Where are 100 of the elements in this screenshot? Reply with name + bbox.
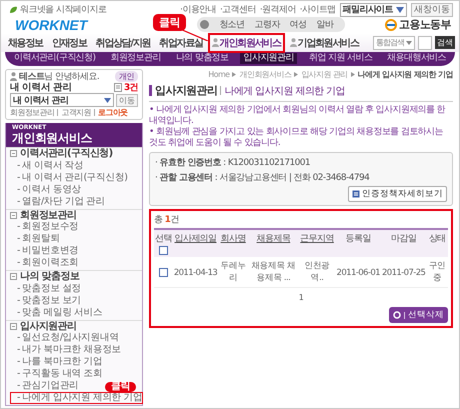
delete-selected-button[interactable]: 선택삭제 — [389, 307, 448, 323]
callout-bubble: 클릭 — [152, 14, 186, 30]
chevron-right-icon — [232, 72, 236, 77]
greeting-text: 테스트님 안녕하세요. — [19, 71, 100, 82]
e-logo-icon — [384, 18, 397, 30]
worknet-logo[interactable]: WORKNET — [15, 16, 88, 32]
info-text: · 관할 고용센터 : 서울강남고용센터 | 전화 02-3468-4794 — [155, 172, 370, 184]
main-nav-item[interactable]: 취업자료실 — [155, 32, 207, 52]
main-nav-item[interactable]: 인재정보 — [48, 32, 91, 52]
person-icon — [290, 38, 297, 47]
note-text: • 회원님께 관심을 가지고 있는 회사이므로 해당 기업의 채용정보를 검토하시는 것도 취업에 도움이 될 수 있습니다. — [149, 127, 444, 149]
account-link[interactable]: 로그아웃 — [98, 107, 128, 118]
minus-box-icon — [10, 212, 17, 219]
sidebar-item[interactable]: - 회원탈퇴 — [10, 233, 61, 245]
account-link[interactable]: 고객지원 — [61, 107, 92, 118]
sidebar-item[interactable]: - 비밀번호변경 — [10, 245, 80, 257]
account-link[interactable]: 회원정보관리 — [10, 107, 54, 118]
person-icon — [10, 72, 17, 81]
search-scope-select[interactable]: 통합검색 — [373, 36, 415, 50]
leaf-icon — [9, 6, 18, 14]
sidebar-section-title[interactable]: 이력서관리(구직신청) — [20, 148, 113, 160]
start-page-link[interactable]: 워크넷을 시작페이지로 — [9, 3, 106, 16]
select-all-checkbox[interactable] — [158, 246, 168, 255]
sidebar-item[interactable]: - 맞춤 메일링 서비스 — [10, 306, 104, 318]
sidebar-item[interactable]: - 나에게 입사지원 제의한 기업 — [10, 392, 144, 404]
table-cell: 2011-06-01 — [336, 268, 380, 278]
sub-nav-item[interactable]: 취업 지원 서비스 — [306, 53, 376, 64]
row-checkbox[interactable] — [158, 268, 168, 277]
sidebar-item[interactable]: - 내 이력서 관리(구직신청) — [10, 172, 128, 184]
breadcrumb-link[interactable]: 나에게 입사지원 제의한 기업 — [358, 69, 453, 80]
sub-nav-item[interactable]: 나의 맞춤정보 — [172, 53, 232, 64]
sidebar-item[interactable]: - 회원이력조회 — [10, 257, 80, 269]
open-new-window-button[interactable]: 새창이동 — [411, 2, 453, 16]
sidebar-item[interactable]: - 나를 북마크한 기업 — [10, 356, 104, 368]
minus-box-icon — [10, 322, 17, 330]
table-cell: 2011-07-25 — [382, 268, 426, 278]
title-marker — [149, 85, 152, 96]
resume-select[interactable]: 내 이력서 관리 — [10, 93, 114, 107]
resume-label: 내 이력서 관리 — [10, 81, 72, 94]
main-nav-item[interactable]: 취업상담/지원 — [92, 32, 154, 52]
info-text: · 유효한 인증번호 : K120031102171001 — [155, 157, 312, 169]
chevron-right-icon — [350, 72, 355, 77]
page-title: 입사지원관리 — [155, 83, 218, 98]
sidebar-title: 개인회원서비스 — [12, 131, 93, 145]
main-nav-item[interactable]: 채용정보 — [4, 32, 47, 52]
member-type-badge: 개인 — [115, 71, 138, 82]
top-link[interactable]: ·고객센터 — [220, 3, 256, 16]
top-link[interactable]: ·원격제어 — [260, 3, 296, 16]
main-nav-item[interactable]: 기업회원서비스 — [286, 32, 363, 52]
document-icon — [352, 190, 360, 198]
minus-box-icon — [10, 150, 17, 158]
table-cell: 인천광역.. — [304, 261, 330, 283]
dropdown-arrow-icon — [104, 98, 111, 102]
sidebar-item[interactable]: - 일선요청/입사지원내역 — [10, 332, 120, 344]
top-link[interactable]: ·이용안내 — [180, 3, 216, 16]
search-button[interactable]: 검색 — [435, 36, 455, 49]
sub-nav-item[interactable]: 입사지원관리 — [240, 53, 297, 64]
ministry-logo[interactable]: 고용노동부 — [384, 17, 451, 32]
audience-tab[interactable]: 청소년 — [219, 18, 245, 31]
audience-tab[interactable]: 알바 — [316, 18, 334, 31]
sidebar-item[interactable]: - 열람/차단 기업 관리 — [10, 196, 106, 208]
search-field[interactable] — [418, 36, 432, 50]
table-cell: 2011-04-13 — [174, 268, 218, 278]
sub-nav-item[interactable]: 회원정보관리 — [107, 53, 164, 64]
top-link[interactable]: ·사이트맵 — [300, 3, 336, 16]
sidebar-item[interactable]: - 새 이력서 작성 — [10, 160, 84, 172]
circle-icon — [200, 20, 210, 29]
sidebar-item[interactable]: - 관심기업관리 — [10, 380, 80, 392]
column-header: 상태 — [428, 233, 447, 245]
column-header: 마감일 — [390, 233, 418, 245]
main-nav-item[interactable]: 개인회원서비스 — [208, 32, 285, 52]
sidebar-item[interactable]: - 이력서 동영상 — [10, 184, 82, 196]
table-cell: 채용제목 채용제목 ... — [251, 261, 296, 283]
page-link[interactable]: 1 — [298, 293, 304, 302]
note-text: • 나에게 입사지원 제의한 기업에서 회원님의 이력서 열람 후 입사지원제의를 한 내역입니다. — [149, 105, 446, 127]
sub-nav-item[interactable]: 채용대행서비스 — [384, 53, 450, 64]
dropdown-arrow-icon — [396, 6, 404, 12]
minus-box-icon — [10, 273, 17, 280]
resume-count: 3건 — [124, 82, 138, 94]
dropdown-arrow-icon — [406, 40, 412, 44]
document-icon — [114, 83, 122, 92]
family-site-select[interactable]: 패밀리사이트 — [340, 2, 407, 16]
sidebar-item[interactable]: - 맞춤정보 보기 — [10, 294, 82, 306]
sidebar-section-title[interactable]: 회원정보관리 — [20, 210, 76, 221]
table-cell: 두레누리 — [220, 261, 246, 283]
person-icon — [212, 38, 219, 47]
policy-details-button[interactable]: 인증정책자세히보기 — [348, 186, 447, 202]
column-header: 등록일 — [344, 233, 372, 245]
sidebar-section-title[interactable]: 입사지원관리 — [20, 320, 76, 332]
sidebar-item[interactable]: - 맞춤정보 설정 — [10, 282, 82, 294]
sidebar-item[interactable]: - 회원정보수정 — [10, 221, 80, 233]
table-cell: 구인중 — [428, 261, 446, 283]
move-button[interactable]: 이동 — [116, 94, 138, 106]
audience-tab[interactable]: 여성 — [290, 18, 307, 31]
audience-tab[interactable]: 고령자 — [254, 18, 280, 31]
sidebar-item[interactable]: - 내가 북마크한 채용정보 — [10, 344, 122, 356]
sub-nav-item[interactable]: 이력서관리(구직신청) — [10, 53, 98, 64]
sidebar-item[interactable]: - 구직활동 내역 조회 — [10, 368, 104, 380]
column-header: 선택 — [155, 233, 172, 245]
sidebar-section-title[interactable]: 나의 맞춤정보 — [20, 271, 80, 282]
